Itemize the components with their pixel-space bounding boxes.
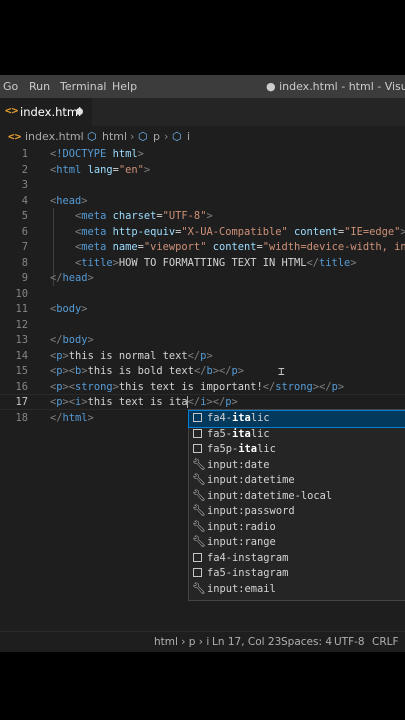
line-number: 1 bbox=[21, 148, 28, 160]
code-line: </html> bbox=[50, 411, 94, 424]
wrench-icon: 🔧︎ bbox=[192, 581, 206, 595]
suggestion-item[interactable]: fa5p-italic bbox=[189, 442, 405, 458]
code-line: </body> bbox=[50, 334, 94, 346]
line-number: 16 bbox=[15, 380, 28, 393]
suggestion-item[interactable]: 🔧︎ input:password bbox=[189, 504, 405, 520]
line-number: 9 bbox=[21, 272, 28, 284]
code-line: <p>this is normal text</p> bbox=[50, 349, 213, 362]
wrench-icon: 🔧︎ bbox=[192, 457, 206, 471]
suggestion-widget[interactable]: fa4-italic fa5-italic fa5p-italic 🔧︎ inpu… bbox=[188, 409, 405, 601]
status-eol[interactable]: CRLF bbox=[372, 636, 399, 648]
element-icon: ⬡ bbox=[172, 130, 182, 143]
mouse-ibeam-icon: ⌶ bbox=[278, 365, 285, 378]
line-number: 7 bbox=[21, 241, 28, 253]
menu-help[interactable]: Help bbox=[112, 80, 137, 93]
snippet-icon bbox=[193, 552, 202, 562]
status-path[interactable]: html › p › i bbox=[154, 636, 209, 648]
code-line: </head> bbox=[50, 272, 94, 284]
suggestion-item[interactable]: 🔧︎ input:date bbox=[189, 458, 405, 474]
suggestion-item[interactable]: 🔧︎ input:datetime-local bbox=[189, 489, 405, 505]
window-title: ● index.html - html - Visual Stud bbox=[266, 80, 405, 93]
suggestion-item[interactable]: 🔧︎ input:datetime bbox=[189, 473, 405, 489]
chevron-right-icon: › bbox=[130, 130, 135, 143]
wrench-icon: 🔧︎ bbox=[192, 473, 206, 486]
element-icon: ⬡ bbox=[87, 130, 97, 143]
line-number: 13 bbox=[15, 334, 28, 346]
suggestion-item[interactable]: fa4-instagram bbox=[189, 551, 405, 567]
tab-index-html[interactable]: <> index.html bbox=[0, 98, 92, 126]
suggestion-item[interactable]: 🔧︎ input:email bbox=[189, 582, 405, 598]
line-number: 4 bbox=[21, 194, 28, 207]
status-position[interactable]: Ln 17, Col 23 bbox=[212, 636, 281, 648]
breadcrumb-file[interactable]: index.html bbox=[25, 130, 84, 143]
suggestion-item[interactable]: fa4-italic bbox=[188, 410, 405, 428]
code-line: <meta http-equiv="X-UA-Compatible" conte… bbox=[75, 225, 405, 238]
status-bar: html › p › i Ln 17, Col 23 Spaces: 4 UTF… bbox=[0, 631, 405, 652]
breadcrumb-html[interactable]: html bbox=[102, 130, 127, 143]
code-line: <p><b>this is bold text</b></p> bbox=[50, 365, 245, 377]
unsaved-dot-icon[interactable] bbox=[76, 108, 83, 115]
line-number: 8 bbox=[21, 256, 28, 269]
menu-terminal[interactable]: Terminal bbox=[60, 80, 107, 93]
snippet-icon bbox=[193, 413, 202, 422]
suggestion-item[interactable]: 🔧︎ input:range bbox=[189, 535, 405, 551]
tab-label: index.html bbox=[20, 105, 82, 119]
line-number: 14 bbox=[15, 349, 28, 362]
code-line: <title>HOW TO FORMATTING TEXT IN HTML</t… bbox=[75, 256, 357, 269]
line-number: 3 bbox=[21, 179, 28, 191]
wrench-icon: 🔧︎ bbox=[192, 504, 206, 517]
tab-bar: <> index.html bbox=[0, 98, 405, 126]
code-line: <body> bbox=[50, 303, 88, 315]
element-icon: ⬡ bbox=[138, 130, 148, 143]
line-number: 11 bbox=[15, 303, 28, 315]
line-number: 2 bbox=[21, 163, 28, 176]
wrench-icon: 🔧︎ bbox=[192, 519, 206, 533]
chevron-right-icon: › bbox=[77, 130, 82, 143]
code-line: <!DOCTYPE html> bbox=[50, 148, 144, 160]
html-file-icon: <> bbox=[8, 130, 22, 143]
breadcrumb-p[interactable]: p bbox=[153, 130, 160, 143]
menu-run[interactable]: Run bbox=[29, 80, 50, 93]
line-number: 6 bbox=[21, 225, 28, 238]
line-number: 15 bbox=[15, 365, 28, 377]
menu-go[interactable]: Go bbox=[3, 80, 18, 93]
suggestion-item[interactable]: fa5-instagram bbox=[189, 566, 405, 582]
wrench-icon: 🔧︎ bbox=[192, 535, 206, 548]
chevron-right-icon: › bbox=[164, 130, 169, 143]
menu-bar: Go Run Terminal Help ● index.html - html… bbox=[0, 75, 405, 98]
code-line: <meta name="viewport" content="width=dev… bbox=[75, 241, 405, 253]
suggestion-item[interactable]: fa5-italic bbox=[189, 427, 405, 443]
wrench-icon: 🔧︎ bbox=[192, 488, 206, 502]
breadcrumb-i[interactable]: i bbox=[187, 130, 190, 143]
suggestion-item[interactable]: 🔧︎ input:radio bbox=[189, 520, 405, 536]
line-number: 10 bbox=[15, 287, 28, 300]
snippet-icon bbox=[193, 428, 202, 438]
line-number-current: 17 bbox=[15, 396, 28, 408]
html-file-icon: <> bbox=[5, 104, 19, 117]
line-number: 5 bbox=[21, 210, 28, 222]
code-line-current: <p><i>this text is ita</i></p> bbox=[50, 396, 238, 408]
snippet-icon bbox=[193, 444, 202, 453]
code-line: <p><strong>this text is important!</stro… bbox=[50, 380, 345, 393]
status-spaces[interactable]: Spaces: 4 bbox=[281, 636, 332, 648]
code-line: <html lang="en"> bbox=[50, 163, 151, 176]
status-encoding[interactable]: UTF-8 bbox=[334, 636, 365, 648]
line-number: 12 bbox=[15, 318, 28, 331]
snippet-icon bbox=[193, 568, 202, 577]
code-line: <meta charset="UTF-8"> bbox=[75, 210, 213, 222]
line-number: 18 bbox=[15, 411, 28, 424]
breadcrumb: <> index.html › ⬡ html › ⬡ p › ⬡ i bbox=[0, 126, 405, 146]
code-line: <head> bbox=[50, 194, 88, 207]
